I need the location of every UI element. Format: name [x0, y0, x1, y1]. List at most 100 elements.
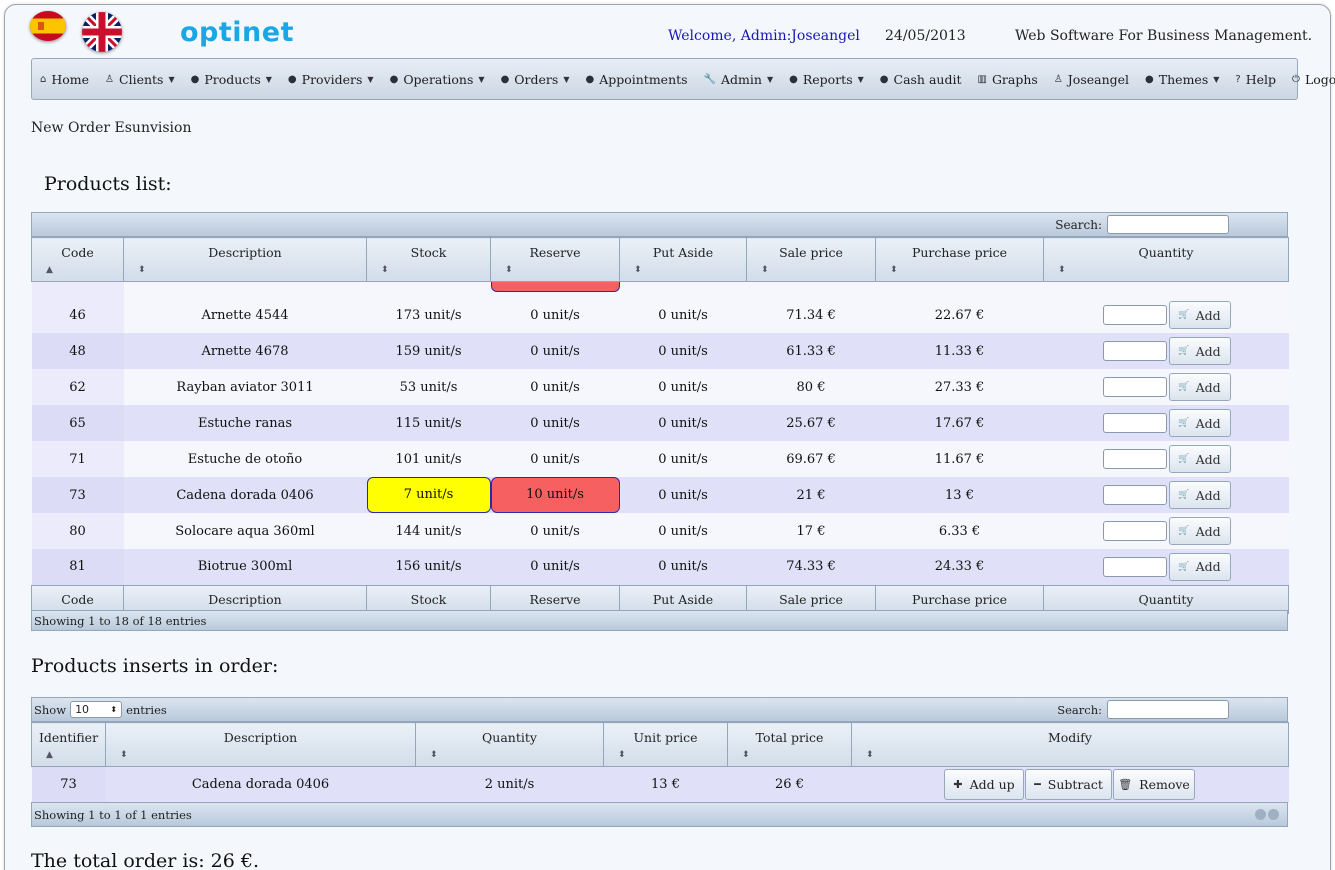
graph-icon: ▥	[977, 73, 987, 85]
quantity-input[interactable]	[1102, 485, 1167, 505]
sort-icon: ⬍	[505, 265, 513, 275]
product-quantity-cell: 🛒 Add	[1043, 333, 1289, 369]
sort-asc-icon: ▲	[46, 750, 53, 760]
menu-item-reports[interactable]: ● Reports ▼	[789, 72, 864, 87]
add-button[interactable]: 🛒 Add	[1168, 517, 1231, 545]
menu-item-clients[interactable]: ♙ Clients ▼	[105, 72, 175, 87]
col-code[interactable]: Code ▲	[31, 237, 124, 282]
menu-label: Logout	[1304, 71, 1335, 87]
spanish-flag-icon[interactable]	[30, 11, 66, 41]
col-identifier[interactable]: Identifier ▲	[31, 722, 106, 767]
menu-item-operations[interactable]: ● Operations ▼	[390, 72, 485, 87]
chevron-down-icon: ▼	[367, 74, 374, 84]
product-quantity-cell: 🛒 Add	[1043, 369, 1289, 405]
next-page-icon[interactable]	[1268, 809, 1279, 820]
product-quantity-cell: 🛒 Add	[1043, 297, 1289, 333]
col-sale-price[interactable]: Sale price ⬍	[746, 237, 876, 282]
order-total: The total order is: 26 €.	[31, 850, 260, 870]
order-search-input[interactable]	[1107, 700, 1229, 719]
menu-item-help[interactable]: ? Help	[1235, 72, 1276, 87]
sort-icon: ⬍	[866, 750, 874, 760]
menu-label: Reports	[802, 71, 853, 87]
quantity-input[interactable]	[1102, 556, 1167, 577]
sort-icon: ⬍	[381, 265, 389, 275]
menu-item-appointments[interactable]: ● Appointments	[585, 72, 687, 87]
chevron-down-icon: ▼	[766, 74, 774, 84]
menu-item-logout[interactable]: ⏻ Logout	[1292, 72, 1335, 87]
quantity-input[interactable]	[1102, 377, 1167, 397]
sort-icon: ⬍	[742, 750, 750, 760]
prev-page-icon[interactable]	[1255, 809, 1266, 820]
product-reserve-cell: 0 unit/s	[490, 405, 620, 441]
product-code-cell: 73	[31, 477, 124, 513]
product-row: 65 Estuche ranas 115 unit/s 0 unit/s 0 unit/…	[31, 405, 1289, 441]
quantity-input[interactable]	[1102, 341, 1167, 361]
menu-label: Products	[204, 71, 261, 87]
col-purchase-price[interactable]: Purchase price ⬍	[875, 237, 1044, 282]
product-purchase-price-cell: 6.33 €	[875, 513, 1044, 549]
quantity-input[interactable]	[1102, 521, 1167, 541]
menu-item-home[interactable]: ⌂ Home	[40, 72, 89, 87]
plus-icon: ✚	[953, 778, 963, 792]
quantity-input[interactable]	[1102, 449, 1167, 469]
menu-item-graphs[interactable]: ▥ Graphs	[977, 72, 1037, 87]
products-list-title: Products list:	[44, 173, 172, 195]
col-order-quantity[interactable]: Quantity ⬍	[415, 722, 604, 767]
col-description[interactable]: Description ⬍	[123, 237, 367, 282]
menu-item-joseangel[interactable]: ♙ Joseangel	[1054, 72, 1129, 87]
add-button[interactable]: 🛒 Add	[1168, 301, 1231, 329]
menu-label: Operations	[403, 71, 474, 87]
remove-button[interactable]: 🗑 Remove	[1113, 769, 1195, 801]
product-code-cell: 80	[31, 513, 124, 549]
order-toolbar: Show 10 ⬍ entries Search:	[31, 697, 1288, 722]
bullet-icon: ●	[287, 73, 297, 85]
product-purchase-price-cell: 27.33 €	[875, 369, 1044, 405]
products-table: Code ▲ Description ⬍ Stock ⬍ Reserve ⬍ Put A…	[31, 237, 1289, 614]
product-reserve-cell: 0 unit/s	[490, 297, 620, 333]
add-button[interactable]: 🛒 Add	[1168, 445, 1231, 473]
menu-item-themes[interactable]: ● Themes ▼	[1145, 72, 1219, 87]
chevron-down-icon: ▼	[563, 74, 570, 84]
add-button[interactable]: 🛒 Add	[1168, 552, 1231, 581]
col-unit-price[interactable]: Unit price ⬍	[603, 722, 728, 767]
sort-icon: ⬍	[761, 265, 769, 275]
menu-item-orders[interactable]: ● Orders ▼	[501, 72, 570, 87]
products-search-input[interactable]	[1107, 215, 1229, 234]
product-put-aside-cell: 0 unit/s	[619, 369, 747, 405]
col-total-price[interactable]: Total price ⬍	[727, 722, 852, 767]
add-button[interactable]: 🛒 Add	[1168, 337, 1231, 365]
col-order-description[interactable]: Description ⬍	[105, 722, 416, 767]
add-button[interactable]: 🛒 Add	[1168, 409, 1231, 437]
col-reserve[interactable]: Reserve ⬍	[490, 237, 620, 282]
quantity-input[interactable]	[1102, 305, 1167, 325]
menu-item-products[interactable]: ● Products ▼	[191, 72, 272, 87]
product-put-aside-cell: 0 unit/s	[619, 477, 747, 513]
product-stock-cell: 53 unit/s	[366, 369, 491, 405]
col-quantity[interactable]: Quantity ⬍	[1043, 237, 1289, 282]
add-up-button[interactable]: ✚ Add up	[944, 769, 1024, 801]
col-modify[interactable]: Modify ⬍	[851, 722, 1289, 767]
col-stock[interactable]: Stock ⬍	[366, 237, 491, 282]
product-description-cell: Rayban aviator 3011	[123, 369, 367, 405]
menu-item-providers[interactable]: ● Providers ▼	[288, 72, 374, 87]
entries-select[interactable]: 10 ⬍	[70, 701, 123, 718]
bullet-icon: ●	[879, 73, 889, 85]
product-purchase-price-cell: 17.67 €	[875, 405, 1044, 441]
product-quantity-cell: 🛒 Add	[1043, 405, 1289, 441]
menu-label: Clients	[119, 71, 164, 87]
add-button[interactable]: 🛒 Add	[1168, 373, 1231, 401]
add-button[interactable]: 🛒 Add	[1168, 481, 1231, 509]
menu-item-cash-audit[interactable]: ● Cash audit	[880, 72, 962, 87]
col-put-aside[interactable]: Put Aside ⬍	[619, 237, 747, 282]
optinet-logo[interactable]: optinet	[180, 17, 294, 48]
subtract-button[interactable]: ━ Subtract	[1025, 769, 1112, 801]
menu-item-admin[interactable]: 🔧 Admin ▼	[704, 72, 774, 87]
quantity-input[interactable]	[1102, 413, 1167, 433]
order-description-cell: Cadena dorada 0406	[105, 766, 416, 803]
user-icon: ♙	[105, 73, 115, 85]
english-flag-icon[interactable]	[82, 12, 122, 52]
product-put-aside-cell: 0 unit/s	[619, 549, 747, 585]
cart-icon: 🛒	[1178, 561, 1190, 572]
product-description-cell: Estuche de otoño	[123, 441, 367, 477]
product-description-cell: Arnette 4678	[123, 333, 367, 369]
